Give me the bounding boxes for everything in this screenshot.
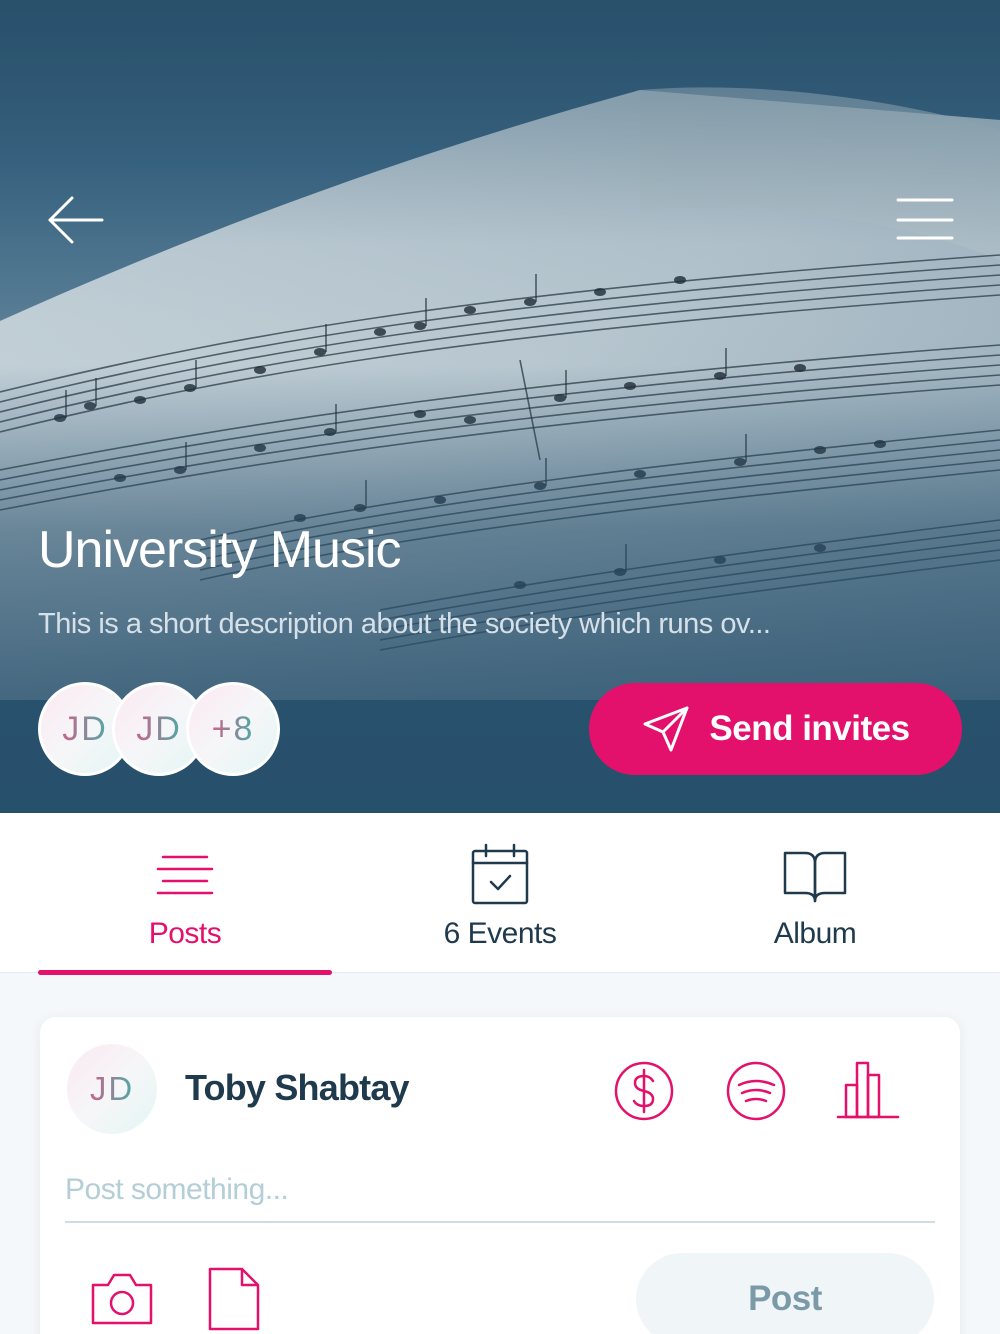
post-button-label: Post (748, 1279, 822, 1318)
dollar-icon (614, 1061, 674, 1121)
arrow-left-icon (48, 196, 104, 244)
more-members-badge[interactable]: +8 (186, 682, 280, 776)
open-book-icon (783, 851, 847, 903)
avatar-initials: JD (136, 709, 182, 748)
post-button[interactable]: Post (636, 1253, 934, 1334)
calendar-check-icon (471, 843, 529, 905)
send-invites-label: Send invites (709, 709, 910, 748)
spotify-icon (726, 1061, 786, 1121)
active-tab-indicator (38, 970, 332, 975)
camera-icon (91, 1273, 153, 1325)
hamburger-menu-icon (896, 198, 954, 240)
add-poll-button[interactable] (836, 1059, 900, 1123)
post-input[interactable] (65, 1159, 935, 1223)
tab-bar: Posts 6 Events Album (0, 813, 1000, 973)
send-invites-button[interactable]: Send invites (589, 683, 962, 775)
member-avatars[interactable]: JD JD +8 (38, 682, 298, 776)
paper-plane-icon (643, 706, 689, 752)
add-file-button[interactable] (202, 1267, 266, 1331)
society-title: University Music (38, 521, 401, 579)
back-button[interactable] (44, 192, 108, 248)
more-members-count: +8 (211, 709, 255, 748)
lines-icon (156, 855, 214, 895)
add-photo-button[interactable] (90, 1267, 154, 1331)
tab-album-label: Album (773, 917, 857, 950)
tab-posts-label: Posts (148, 917, 222, 950)
tab-events[interactable]: 6 Events (350, 813, 650, 973)
cover-image: University Music This is a short descrip… (0, 0, 1000, 813)
tab-posts[interactable]: Posts (35, 813, 335, 973)
society-description[interactable]: This is a short description about the so… (38, 608, 771, 641)
avatar-initials: JD (89, 1070, 135, 1107)
add-payment-button[interactable] (612, 1059, 676, 1123)
user-name: Toby Shabtay (185, 1067, 410, 1108)
tab-album[interactable]: Album (665, 813, 965, 973)
avatar[interactable]: JD (67, 1044, 157, 1134)
post-composer-card: JD Toby Shabtay Post something... Post (40, 1017, 960, 1334)
avatar-initials: JD (62, 709, 108, 748)
add-spotify-button[interactable] (724, 1059, 788, 1123)
menu-button[interactable] (892, 192, 956, 248)
tab-events-label: 6 Events (443, 917, 557, 950)
document-icon (208, 1267, 260, 1331)
bar-chart-icon (836, 1061, 900, 1119)
